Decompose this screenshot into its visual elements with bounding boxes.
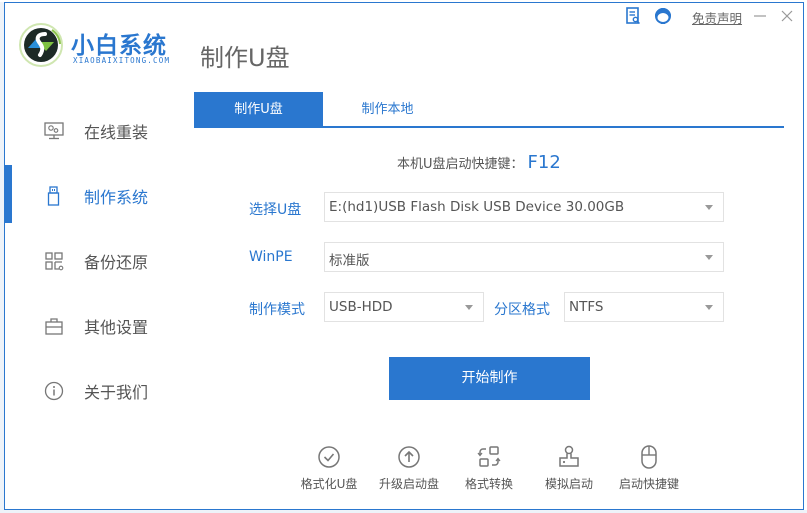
chevron-down-icon [705,305,713,310]
disclaimer-link[interactable]: 免责声明 [692,8,742,27]
upload-circle-icon [398,446,420,468]
sidebar-item-online-reinstall[interactable]: 在线重装 [5,100,185,160]
partition-select-label: 分区格式 [494,302,550,318]
toolbox-icon [45,318,63,335]
usb-select-value: E:(hd1)USB Flash Disk USB Device 30.00GB [329,199,625,215]
tool-label: 模拟启动 [544,477,593,491]
boot-hotkey-info: 本机U盘启动快捷键： F12 [397,152,561,173]
sidebar-item-label: 关于我们 [84,383,149,402]
stamp-icon [559,445,579,467]
tool-label: 启动快捷键 [618,477,679,491]
sidebar-item-label: 制作系统 [84,188,149,207]
app-logo: 小白系统 XIAOBAIXITONG.COM [18,22,183,68]
logo-subtitle: XIAOBAIXITONG.COM [73,56,171,65]
monitor-icon [44,122,64,140]
minimize-icon[interactable] [752,8,768,24]
active-indicator [5,165,12,223]
sidebar: 在线重装 制作系统 备份还原 其他设置 关于我们 [5,100,185,430]
partition-select[interactable]: NTFS [564,292,724,322]
tool-simulate-boot[interactable]: 模拟启动 [529,444,609,494]
tab-make-usb[interactable]: 制作U盘 [194,92,323,128]
sidebar-item-label: 备份还原 [84,253,149,272]
tool-upgrade-boot-disk[interactable]: 升级启动盘 [369,444,449,494]
backup-grid-icon [45,252,64,271]
logo-mark-icon [19,23,63,67]
sidebar-item-backup-restore[interactable]: 备份还原 [5,230,185,290]
start-button[interactable]: 开始制作 [389,357,590,400]
check-circle-icon [318,446,340,468]
convert-icon [477,446,501,467]
tool-boot-hotkey[interactable]: 启动快捷键 [609,444,689,494]
mode-select-value: USB-HDD [329,299,393,315]
sidebar-item-about-us[interactable]: 关于我们 [5,360,185,420]
tool-format-usb[interactable]: 格式化U盘 [289,444,369,494]
mouse-icon [641,445,657,469]
tool-label: 格式转换 [464,477,513,491]
tab-make-local[interactable]: 制作本地 [323,92,452,126]
chevron-down-icon [705,205,713,210]
chevron-down-icon [465,305,473,310]
winpe-select-label: WinPE [249,249,293,265]
winpe-select[interactable]: 标准版 [324,242,724,272]
close-icon[interactable] [779,8,795,24]
partition-select-value: NTFS [569,299,604,315]
logo-title: 小白系统 [71,33,167,59]
hotkey-value: F12 [527,152,561,173]
tool-label: 格式化U盘 [300,477,358,491]
mode-select[interactable]: USB-HDD [324,292,484,322]
customer-service-icon[interactable] [654,7,672,25]
tab-bar: 制作U盘 制作本地 [194,92,784,128]
tool-format-convert[interactable]: 格式转换 [449,444,529,494]
sidebar-item-label: 在线重装 [84,123,149,142]
usb-drive-icon [47,186,60,206]
document-search-icon[interactable] [625,7,641,25]
mode-select-label: 制作模式 [249,302,305,318]
tool-label: 升级启动盘 [378,477,439,491]
sidebar-item-make-system[interactable]: 制作系统 [5,165,185,225]
info-icon [44,381,64,401]
hotkey-label: 本机U盘启动快捷键： [397,157,524,172]
chevron-down-icon [705,255,713,260]
page-title: 制作U盘 [200,44,290,72]
usb-select-label: 选择U盘 [249,202,302,218]
usb-select[interactable]: E:(hd1)USB Flash Disk USB Device 30.00GB [324,192,724,222]
winpe-select-value: 标准版 [329,253,370,269]
sidebar-item-label: 其他设置 [84,318,149,337]
sidebar-item-other-settings[interactable]: 其他设置 [5,295,185,355]
